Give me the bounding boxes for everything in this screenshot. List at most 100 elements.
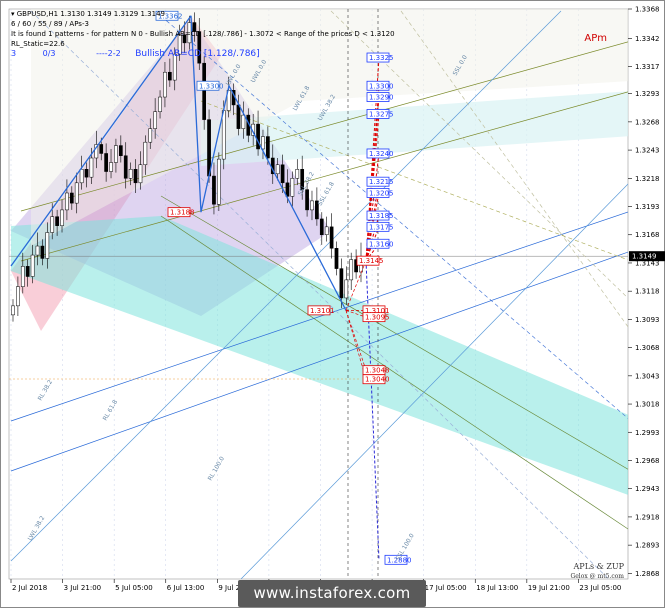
candle-body [310,200,314,211]
collapse-triangle-icon[interactable]: ▾ [11,10,15,18]
pattern-point-label: 1.3101 [310,307,335,315]
y-tick-label: 1.3218 [635,175,660,183]
params-line: 6 / 60 / 55 / 89 / APs-3 [11,20,89,28]
candle-body [319,218,324,235]
chart-frame: 1.3362 1.3300 1.3188 1.3101 1.3325 1.3300 1.32… [0,0,665,608]
candle-body [89,157,94,178]
red-level-label: 1.3040 [365,376,390,384]
y-tick-label: 1.3093 [635,316,660,324]
candle-body [109,162,113,172]
candle-body [167,71,172,81]
candle-body [25,266,30,277]
candle-body [133,169,138,184]
price-chart[interactable]: 1.33621.33001.31881.31011.33251.33001.32… [1,1,665,609]
x-tick-label: 18 Jul 13:00 [476,584,518,592]
candle-body [305,189,309,211]
blue-level-label: 1.3205 [369,189,394,197]
candle-body [74,182,79,204]
candle-body [104,153,108,172]
candle-body [290,178,295,197]
candle-body [99,144,104,154]
y-tick-label: 1.3243 [635,147,660,155]
y-tick-label: 1.3068 [635,344,660,352]
watermark-banner[interactable]: www.instaforex.com [238,580,426,607]
x-tick-label: 17 Jul 05:00 [425,584,467,592]
red-level-label: 1.3095 [365,314,390,322]
blue-level-label: 1.3175 [369,223,394,231]
y-tick-label: 1.3268 [635,118,660,126]
candle-body [69,192,74,204]
candle-body [114,145,118,163]
pattern-info-line: It is found 1 patterns - for pattern N 0… [11,30,395,38]
candle-body [79,169,84,184]
candle-body [212,175,216,205]
x-tick-label: 19 Jul 21:00 [528,584,570,592]
y-tick-label: 1.3193 [635,203,660,211]
x-tick-label: 23 Jul 05:00 [579,584,621,592]
y-axis: 1.3368 1.3342 1.3317 1.3293 1.3268 1.3243 1.32… [628,6,665,578]
candle-body [221,110,226,160]
candle-body [65,192,69,211]
y-tick-label: 1.3118 [635,288,660,296]
candle-body [344,279,349,299]
pattern-counts: 3 0/3 ----2-2 Bullish AB=CD [1.128/.786] [11,49,260,59]
blue-level-label: 1.3325 [369,54,394,62]
blue-level-label: 1.3240 [369,150,394,158]
candle-body [163,71,167,98]
y-tick-label: 1.2993 [635,429,660,437]
y-tick-label: 1.3368 [635,6,660,14]
candle-body [280,164,285,184]
brand-tag: APm [584,33,607,44]
pattern-point-label: 1.3300 [199,82,224,90]
candle-body [202,62,207,120]
last-price-label: 1.3149 [632,253,657,261]
x-tick-label: 3 Jul 21:00 [64,584,102,592]
count-b: 0/3 [42,49,56,58]
y-tick-label: 1.3043 [635,372,660,380]
y-tick-label: 1.2868 [635,570,660,578]
static-line: RL_Static=22.6 [11,40,65,48]
blue-level-label: 1.3275 [369,110,394,118]
pattern-point-label: 1.3188 [170,209,195,217]
count-c: ----2-2 [96,49,121,58]
y-tick-label: 1.3317 [635,63,660,71]
blue-level-label: 1.3215 [369,178,394,186]
candle-body [123,155,128,179]
candle-body [11,305,15,316]
pattern-name: Bullish AB=CD [1.128/.786] [135,49,260,59]
candle-body [50,216,55,233]
y-tick-label: 1.3293 [635,90,660,98]
y-tick-label: 1.3168 [635,231,660,239]
candle-body [339,268,344,299]
candle-body [275,164,280,175]
candle-body [349,259,354,281]
candle-body [266,136,270,159]
y-tick-label: 1.2968 [635,457,660,465]
red-level-label: 1.3145 [359,257,384,265]
candle-body [158,96,162,112]
candle-body [324,226,329,235]
candle-body [128,169,133,179]
candle-body [84,169,89,178]
candle-body [118,145,123,156]
candle-body [20,266,25,287]
x-tick-label: 6 Jul 13:00 [167,584,205,592]
candle-body [55,216,59,226]
candle-body [16,286,20,307]
candle-body [241,114,246,129]
candle-body [329,226,334,249]
candle-body [35,245,40,256]
candle-body [40,245,45,259]
candle-body [285,182,290,197]
candle-body [148,128,153,143]
y-tick-label: 1.2943 [635,485,660,493]
candle-body [143,141,148,166]
y-tick-label: 1.2918 [635,513,660,521]
x-tick-label: 5 Jul 05:00 [115,584,153,592]
candle-body [207,119,211,177]
candle-body [138,164,143,184]
candle-body [236,104,241,129]
blue-level-label: 1.3185 [369,212,394,220]
x-tick-label: 2 Jul 2018 [12,584,47,592]
candle-body [261,136,265,150]
